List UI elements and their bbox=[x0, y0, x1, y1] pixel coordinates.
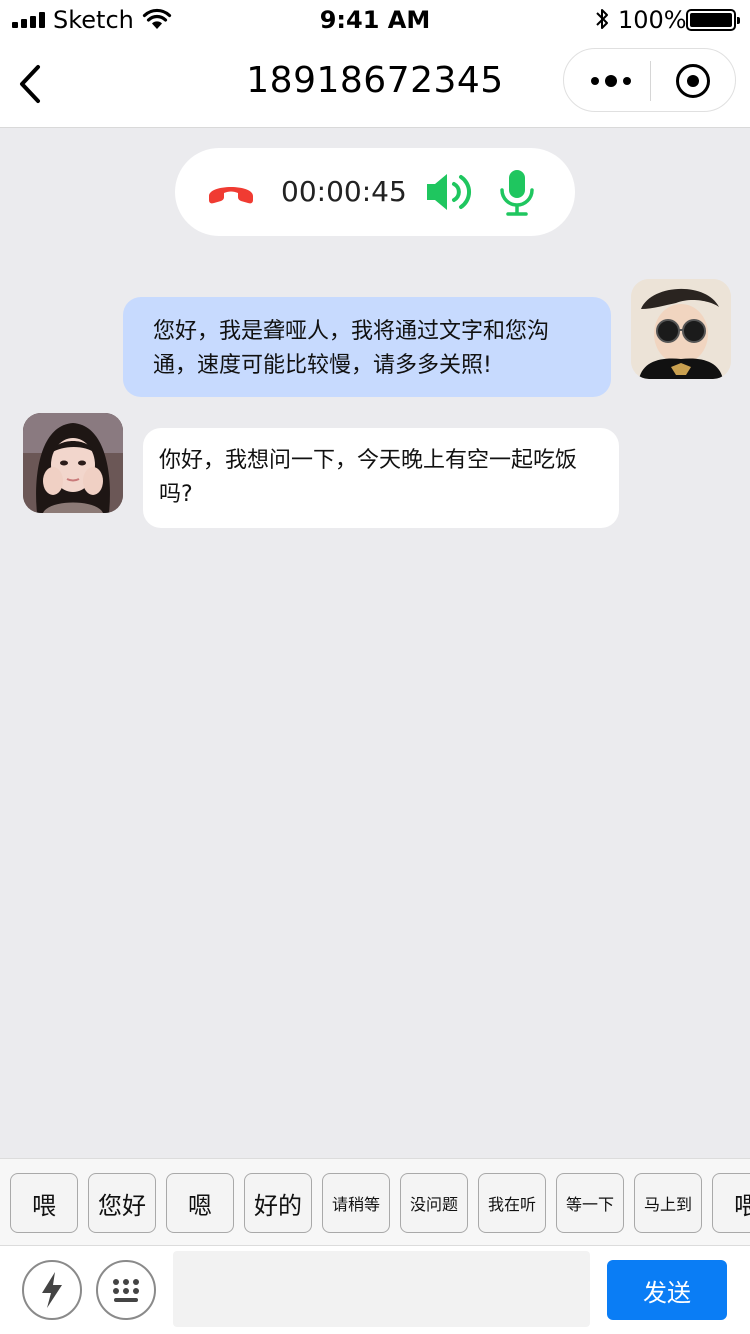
speaker-icon[interactable] bbox=[425, 170, 477, 214]
quick-reply-chip[interactable]: 没问题 bbox=[400, 1173, 468, 1233]
quick-reply-bar[interactable]: 喂 您好 嗯 好的 请稍等 没问题 我在听 等一下 马上到 喂 bbox=[0, 1158, 750, 1246]
call-timer: 00:00:45 bbox=[281, 175, 407, 208]
avatar-other-image bbox=[23, 413, 123, 513]
avatar-me-image bbox=[631, 279, 731, 379]
avatar-me[interactable] bbox=[631, 279, 731, 379]
battery-percent: 100% bbox=[618, 6, 687, 34]
close-target-icon[interactable] bbox=[676, 64, 710, 98]
quick-reply-chip[interactable]: 喂 bbox=[10, 1173, 78, 1233]
more-dots-icon[interactable] bbox=[586, 67, 636, 95]
message-input[interactable] bbox=[173, 1251, 590, 1327]
quick-phrase-button[interactable] bbox=[22, 1260, 82, 1320]
quick-reply-chip[interactable]: 马上到 bbox=[634, 1173, 702, 1233]
input-bar: 发送 bbox=[0, 1246, 750, 1334]
avatar-other[interactable] bbox=[23, 413, 123, 513]
quick-reply-chip[interactable]: 请稍等 bbox=[322, 1173, 390, 1233]
menu-capsule bbox=[563, 48, 736, 112]
quick-reply-chip[interactable]: 喂 bbox=[712, 1173, 750, 1233]
message-bubble-me: 您好，我是聋哑人，我将通过文字和您沟通，速度可能比较慢，请多多关照! bbox=[123, 297, 611, 397]
nav-bar: 18918672345 bbox=[0, 40, 750, 128]
keyboard-icon bbox=[113, 1279, 139, 1302]
send-button[interactable]: 发送 bbox=[607, 1260, 727, 1320]
quick-reply-chip[interactable]: 好的 bbox=[244, 1173, 312, 1233]
message-bubble-other: 你好，我想问一下，今天晚上有空一起吃饭吗? bbox=[143, 428, 619, 528]
lightning-icon bbox=[42, 1272, 62, 1308]
call-control-panel: 00:00:45 bbox=[175, 148, 575, 236]
status-bar: Sketch 9:41 AM 100% bbox=[0, 0, 750, 40]
quick-reply-chip[interactable]: 嗯 bbox=[166, 1173, 234, 1233]
capsule-divider bbox=[650, 61, 651, 101]
bluetooth-icon bbox=[596, 9, 608, 29]
quick-reply-chip[interactable]: 您好 bbox=[88, 1173, 156, 1233]
keyboard-button[interactable] bbox=[96, 1260, 156, 1320]
quick-reply-chip[interactable]: 我在听 bbox=[478, 1173, 546, 1233]
quick-reply-chip[interactable]: 等一下 bbox=[556, 1173, 624, 1233]
hang-up-icon[interactable] bbox=[205, 176, 257, 206]
battery-icon bbox=[686, 9, 740, 31]
microphone-icon[interactable] bbox=[497, 168, 537, 218]
